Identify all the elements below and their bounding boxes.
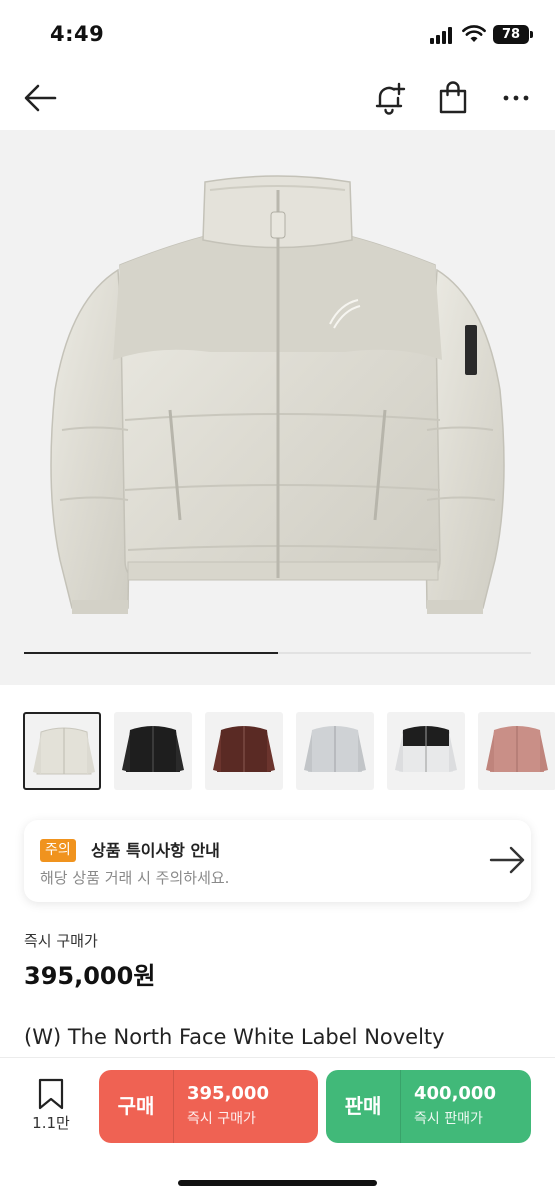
battery-icon: 78 (493, 25, 529, 44)
jacket-thumbnail-image (304, 726, 366, 772)
back-button[interactable] (20, 78, 60, 118)
status-time: 4:49 (50, 22, 105, 46)
product-name: (W) The North Face White Label Novelty (24, 1025, 445, 1049)
jacket-thumbnail-image (486, 726, 548, 772)
back-arrow-icon (24, 84, 57, 112)
buy-price: 395,000 (187, 1083, 269, 1104)
buy-divider (173, 1070, 174, 1143)
sell-divider (400, 1070, 401, 1143)
notice-description: 해당 상품 거래 시 주의하세요. (40, 869, 230, 887)
more-dots-icon (503, 95, 529, 101)
wishlist-count: 1.1만 (32, 1114, 70, 1132)
carousel-progress-fill (24, 652, 278, 654)
instant-buy-price-label: 즉시 구매가 (24, 932, 98, 950)
shopping-bag-button[interactable] (433, 78, 473, 118)
sell-label: 판매 (344, 1094, 382, 1118)
sell-price: 400,000 (414, 1083, 496, 1104)
battery-tip (530, 31, 533, 38)
wishlist-button[interactable]: 1.1만 (28, 1078, 74, 1138)
sell-price-caption: 즉시 판매가 (414, 1111, 483, 1127)
buy-price-caption: 즉시 구매가 (187, 1111, 256, 1127)
thumbnail-pink[interactable] (478, 712, 555, 790)
thumbnail-silver[interactable] (296, 712, 374, 790)
notice-title: 상품 특이사항 안내 (91, 841, 220, 860)
thumbnail-black-white[interactable] (387, 712, 465, 790)
buy-button[interactable]: 구매 395,000 즉시 구매가 (99, 1070, 318, 1143)
product-notice-card[interactable]: 주의 상품 특이사항 안내 해당 상품 거래 시 주의하세요. (24, 820, 531, 902)
top-navigation (0, 70, 555, 130)
thumbnail-burgundy[interactable] (205, 712, 283, 790)
jacket-thumbnail-image (213, 726, 275, 772)
arrow-right-icon (489, 846, 525, 874)
status-bar: 4:49 78 (0, 0, 555, 70)
wifi-icon (462, 25, 486, 42)
cream-puffer-jacket-image (50, 175, 505, 614)
bell-plus-icon (375, 82, 406, 115)
caution-badge: 주의 (40, 839, 76, 862)
thumbnail-strip (23, 712, 555, 792)
jacket-thumbnail-image (395, 726, 457, 772)
carousel-progress-track (24, 652, 531, 654)
notification-add-button[interactable] (370, 78, 410, 118)
thumbnail-black[interactable] (114, 712, 192, 790)
sell-button[interactable]: 판매 400,000 즉시 판매가 (326, 1070, 531, 1143)
buy-label: 구매 (117, 1094, 155, 1118)
cellular-signal-icon (430, 26, 456, 44)
jacket-thumbnail-image (122, 726, 184, 772)
bookmark-icon (38, 1078, 64, 1110)
more-options-button[interactable] (496, 78, 536, 118)
shopping-bag-icon (439, 81, 467, 114)
thumbnail-cream[interactable] (23, 712, 101, 790)
home-indicator (178, 1180, 377, 1186)
bottom-action-bar: 1.1만 구매 395,000 즉시 구매가 판매 400,000 즉시 판매가 (0, 1057, 555, 1200)
product-image-carousel[interactable] (0, 130, 555, 685)
instant-buy-price: 395,000원 (24, 962, 156, 990)
jacket-thumbnail-image (33, 727, 95, 775)
